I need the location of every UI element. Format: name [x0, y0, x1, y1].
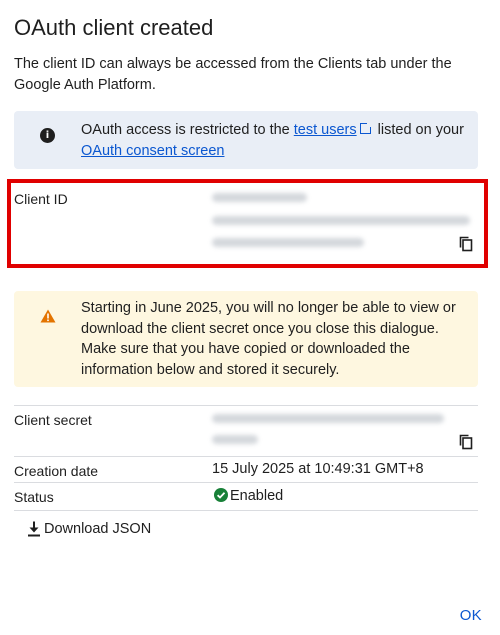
client-secret-label: Client secret	[14, 412, 92, 428]
check-circle-icon	[214, 488, 228, 502]
warning-text: Starting in June 2025, you will no longe…	[81, 300, 456, 378]
client-id-label: Client ID	[14, 191, 68, 207]
test-users-link[interactable]: test users	[294, 122, 357, 138]
info-banner: i OAuth access is restricted to the test…	[14, 111, 478, 169]
copy-client-id-icon[interactable]	[459, 236, 473, 252]
warning-icon	[40, 309, 56, 323]
divider	[14, 510, 478, 511]
status-label: Status	[14, 489, 54, 505]
divider	[14, 456, 478, 457]
warning-banner: Starting in June 2025, you will no longe…	[14, 291, 478, 387]
info-text: OAuth access is restricted to the test u…	[81, 120, 471, 162]
dialog-description: The client ID can always be accessed fro…	[14, 56, 452, 93]
info-icon: i	[40, 128, 55, 143]
status-value: Enabled	[230, 488, 284, 504]
creation-date-label: Creation date	[14, 463, 99, 479]
divider	[14, 405, 478, 406]
external-link-icon[interactable]	[359, 122, 372, 134]
info-text-before: OAuth access is restricted to the	[81, 122, 294, 138]
info-text-middle: listed on your	[373, 122, 464, 138]
dialog-title: OAuth client created	[14, 15, 214, 40]
creation-date-value: 15 July 2025 at 10:49:31 GMT+8	[212, 461, 424, 477]
copy-client-secret-icon[interactable]	[459, 434, 473, 450]
download-json-label: Download JSON	[44, 521, 152, 537]
consent-screen-link[interactable]: OAuth consent screen	[81, 143, 224, 159]
ok-button[interactable]: OK	[460, 607, 482, 624]
download-icon	[28, 521, 40, 537]
divider	[14, 482, 478, 483]
